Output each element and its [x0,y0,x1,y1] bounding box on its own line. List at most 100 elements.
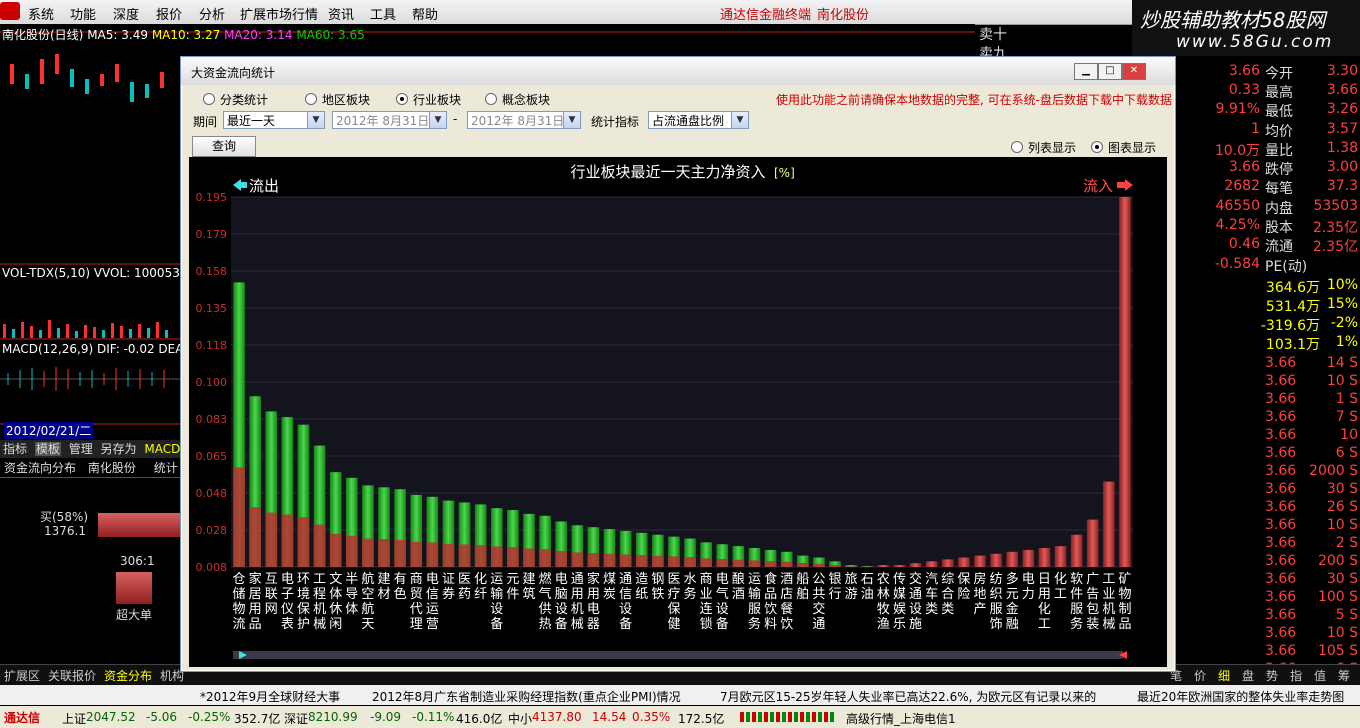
menu-item-quote[interactable]: 报价 [156,4,182,23]
quote-value: 1 [1251,120,1260,137]
zx-pct: 0.35% [632,710,671,724]
menu-item-analysis[interactable]: 分析 [199,4,225,23]
bar-base [507,547,519,567]
category-label-char: 建 [522,572,535,587]
category-label-char: 软 [1070,572,1083,587]
category-label-char: 通 [909,587,922,602]
menu-item-system[interactable]: 系统 [28,4,54,23]
category-label-char: 林 [877,587,890,602]
right-tab[interactable]: 盘 [1242,667,1254,684]
quote-value: 3.66 [1228,159,1260,176]
kline-ma20: MA20: 3.14 [224,28,293,42]
flow-chart: 0.195 0.179 0.158 0.135 0.118 0.100 0.083 0.065… [189,157,1167,667]
chart-scrollbar[interactable] [233,651,1123,659]
category-label-char: 险 [957,587,970,602]
radio-list-view[interactable]: 列表显示 [1011,139,1076,156]
menu-item-news[interactable]: 资讯 [328,4,354,23]
category-label-char: 燃 [539,571,552,587]
right-tab[interactable]: 价 [1194,667,1206,684]
category-label-char: 类 [941,602,954,617]
indicator-select[interactable]: 占流通盘比例 ▼ [648,111,749,129]
close-icon[interactable]: ✕ [1122,63,1146,80]
menu-item-function[interactable]: 功能 [70,4,96,23]
tab-related-quote[interactable]: 关联报价 [48,667,96,684]
category-label-char: 文 [329,572,342,587]
quote-row: 卖十 [975,24,1360,43]
tab-template[interactable]: 模板 [34,442,61,456]
right-bottom-tabs: 笔价细盘势指值筹 [1170,665,1360,685]
category-label-char: 油 [861,587,874,602]
data-warning: 使用此功能之前请确保本地数据的完整, 可在系统-盘后数据下载中下载数据 [776,93,1172,107]
radio-category[interactable]: 分类统计 [203,91,268,108]
category-label-char: 锁 [700,616,713,632]
inflow-label: 流入 [1083,177,1113,195]
quote-label: 流通 [1265,239,1293,256]
minimize-icon[interactable]: ▁ [1074,63,1098,80]
maximize-icon[interactable]: □ [1098,63,1122,80]
tick-volume: 26 S [1326,498,1358,515]
period-select[interactable]: 最近一天 ▼ [223,111,325,129]
tab-fund-flow-distribution[interactable]: 资金流向分布 [4,461,76,475]
bar-base [442,543,455,567]
category-label-char: 营 [426,617,439,632]
radio-dot-icon [1091,141,1103,153]
date-to-picker[interactable]: 2012年 8月31日 ▼ [467,111,581,129]
right-tab[interactable]: 势 [1266,667,1278,684]
news-item[interactable]: 2012年8月广东省制造业采购经理指数(重点企业PMI)情况 [372,688,681,705]
quote-value: 37.3 [1326,178,1358,195]
big-order-value: 306:1 [120,554,155,568]
flow-value: 364.6万 [1265,279,1320,296]
tick-volume: 1 S [1335,390,1358,407]
radio-industry[interactable]: 行业板块 [396,91,461,108]
quote-value: -0.584 [1214,255,1260,272]
news-item[interactable]: 7月欧元区15-25岁年轻人失业率已高达22.6%, 为欧元区有记录以来的 [720,688,1096,705]
radio-concept[interactable]: 概念板块 [485,91,550,108]
category-label-char: 环 [297,572,310,587]
right-tab[interactable]: 细 [1218,667,1230,684]
menu-item-extended-market[interactable]: 扩展市场行情 [240,4,318,23]
category-label-char: 舶 [796,586,809,602]
category-label-char: 电 [426,572,439,587]
bar-base [490,546,503,567]
tab-extended-area[interactable]: 扩展区 [4,667,40,684]
tab-fund-distribution[interactable]: 资金分布 [104,667,152,684]
macd-info: MACD(12,26,9) DIF: -0.02 DEA: - [2,342,196,356]
bar-base [265,512,278,567]
menu-item-depth[interactable]: 深度 [113,4,139,23]
y-tick-label: 0.083 [196,413,228,426]
date-from-value: 2012年 8月31日 [336,114,430,128]
tick-volume: 100 S [1317,588,1358,605]
tab-indicator[interactable]: 指标 [3,442,27,456]
category-label-char: 程 [313,587,326,602]
news-item[interactable]: 最近20年欧洲国家的整体失业率走势图 [1137,688,1344,705]
bar-base [684,557,696,567]
radio-region[interactable]: 地区板块 [305,91,370,108]
menu-item-help[interactable]: 帮助 [412,4,438,23]
tab-stock-name[interactable]: 南化股份 [88,461,136,475]
radio-label: 分类统计 [220,93,269,107]
query-button[interactable]: 查询 [192,136,256,157]
category-label-char: 色 [394,586,407,602]
quote-label: 股本 [1265,220,1293,236]
category-label-char: 共 [812,587,825,602]
tick-volume: 10 S [1326,372,1358,389]
category-label-char: 车 [925,586,938,602]
category-label-char: 医 [667,572,680,587]
menu-item-tools[interactable]: 工具 [370,4,396,23]
radio-chart-view[interactable]: 图表显示 [1091,139,1156,156]
stock-title: 南化股份 [817,8,870,23]
flow-pct: 10% [1326,276,1358,293]
category-label-char: 日 [1038,572,1051,587]
category-label-char: 业 [1102,587,1115,602]
category-label-char: 械 [571,617,584,632]
right-tab[interactable]: 指 [1290,667,1302,684]
tab-statistics[interactable]: 统计 [154,461,178,475]
tab-manage[interactable]: 管理 [69,442,93,456]
date-from-picker[interactable]: 2012年 8月31日 ▼ [332,111,447,129]
tab-save-as[interactable]: 另存为 [101,442,137,456]
right-tab[interactable]: 值 [1314,667,1326,684]
news-item[interactable]: *2012年9月全球财经大事 [200,688,340,705]
category-label-char: 设 [619,602,632,617]
category-label-char: 纸 [635,587,648,602]
right-tab[interactable]: 筹 [1338,667,1350,684]
